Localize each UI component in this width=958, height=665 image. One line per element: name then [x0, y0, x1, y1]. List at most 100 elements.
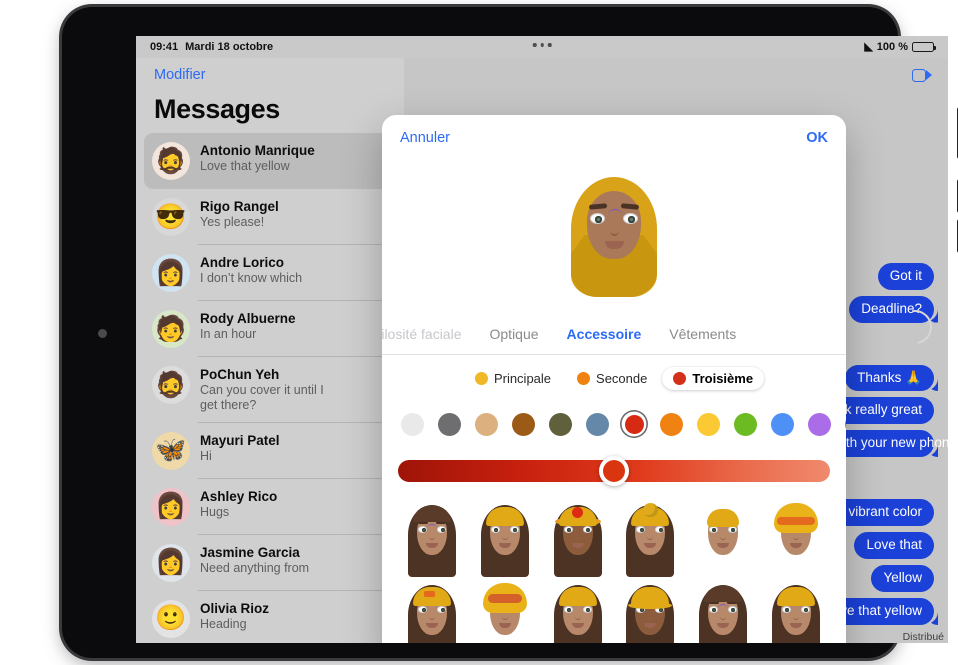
memoji-option[interactable] — [541, 501, 614, 577]
hair-center-part-shape — [703, 586, 742, 602]
avatar: 👩 — [152, 543, 190, 582]
memoji-option[interactable] — [614, 581, 687, 643]
avatar: 👩 — [152, 487, 190, 526]
memoji-avatar-small — [622, 581, 678, 643]
conversation-preview: Yes please! — [200, 215, 265, 229]
palette-segment-troisi-me[interactable]: Troisième — [662, 366, 765, 390]
shade-slider[interactable] — [398, 456, 830, 486]
nose-shape — [610, 225, 619, 236]
memoji-option[interactable] — [614, 501, 687, 577]
conversation-row[interactable]: 🙂 Olivia Rioz Heading — [144, 591, 396, 644]
color-swatch-fill — [624, 414, 644, 434]
memoji-option[interactable] — [469, 501, 542, 577]
conversation-row[interactable]: 😎 Rigo Rangel Yes please! — [144, 189, 396, 245]
memoji-option[interactable] — [759, 501, 832, 577]
conversation-name: Jasmine Garcia — [200, 544, 300, 560]
tab-v-tements[interactable]: Vêtements — [655, 326, 750, 342]
tab-optique[interactable]: Optique — [476, 326, 553, 342]
color-swatch[interactable] — [731, 410, 759, 438]
memoji-avatar-small — [477, 581, 533, 643]
color-swatch[interactable] — [398, 410, 426, 438]
conversation-preview: Heading — [200, 616, 247, 631]
color-swatch[interactable] — [472, 410, 500, 438]
memoji-option[interactable] — [759, 581, 832, 643]
modal-toolbar: Annuler OK — [382, 115, 846, 161]
battery-percent-label: 100 % — [876, 41, 908, 53]
messages-app: Modifier Messages 🧔 Antonio Manrique Love … — [136, 58, 948, 643]
facetime-video-icon[interactable] — [912, 68, 932, 82]
cap-patch-shape — [424, 591, 436, 597]
multitasking-handle[interactable] — [532, 43, 552, 47]
cancel-button[interactable]: Annuler — [400, 130, 450, 146]
palette-segment-principale[interactable]: Principale — [464, 367, 562, 390]
memoji-option[interactable] — [396, 501, 469, 577]
conversation-row[interactable]: 👩 Jasmine Garcia Need anything from — [144, 535, 396, 591]
status-time: 09:41 — [150, 41, 179, 53]
palette-segment-row: Principale Seconde Troisième — [382, 355, 846, 401]
memoji-option[interactable] — [396, 581, 469, 643]
color-dot-icon — [474, 371, 488, 385]
conversation-row[interactable]: 👩 Ashley Rico Hugs — [144, 479, 396, 535]
battery-icon — [912, 42, 936, 52]
eye-left — [636, 526, 646, 533]
memoji-preview — [382, 161, 846, 313]
tab-pilosit-faciale[interactable]: Pilosité faciale — [382, 326, 476, 342]
hat-emblem-shape — [571, 507, 583, 518]
memoji-option[interactable] — [687, 501, 760, 577]
conversation-row[interactable]: 🧔 PoChun Yeh Can you cover it until I get … — [144, 357, 396, 423]
eye-left — [781, 606, 791, 613]
eye-right — [727, 606, 737, 613]
conversation-row[interactable]: 🧔 Antonio Manrique Love that yellow — [144, 133, 396, 189]
color-swatch[interactable] — [842, 410, 846, 438]
memoji-option[interactable] — [469, 581, 542, 643]
message-bubble[interactable]: Love that — [854, 532, 934, 560]
color-dot-icon — [577, 371, 591, 385]
memoji-option[interactable] — [541, 581, 614, 643]
eye-left — [590, 213, 605, 224]
memoji-avatar-small — [550, 501, 606, 577]
eye-right — [582, 606, 592, 613]
memoji-avatar-small — [768, 501, 824, 577]
memoji-option[interactable] — [687, 581, 760, 643]
conversation-row[interactable]: 👩 Andre Lorico I don’t know which — [144, 245, 396, 301]
conversation-name: Olivia Rioz — [200, 600, 270, 616]
nose-shape — [792, 533, 799, 540]
color-swatch[interactable] — [694, 410, 722, 438]
tab-accessoire[interactable]: Accessoire — [553, 326, 656, 342]
memoji-avatar-small — [622, 501, 678, 577]
message-bubble[interactable]: Got it — [877, 262, 934, 290]
eye-left — [418, 606, 428, 613]
color-swatch[interactable] — [583, 410, 611, 438]
eye-right — [509, 526, 519, 533]
message-bubble[interactable]: Yellow — [871, 565, 934, 593]
color-swatch[interactable] — [805, 410, 833, 438]
nose-shape — [501, 613, 508, 620]
eye-left — [418, 526, 428, 533]
eye-right — [437, 526, 447, 533]
color-swatch[interactable] — [768, 410, 796, 438]
color-swatch[interactable] — [435, 410, 463, 438]
color-swatch-fill — [437, 412, 461, 436]
memoji-avatar-large — [568, 175, 660, 299]
eye-left — [563, 526, 573, 533]
conversation-row[interactable]: 🧑 Rody Albuerne In an hour — [144, 301, 396, 357]
message-bubble[interactable]: Thanks 🙏 — [845, 364, 934, 392]
eye-right — [655, 526, 665, 533]
avatar: 🧔 — [152, 142, 190, 180]
color-swatch[interactable] — [657, 410, 685, 438]
shade-slider-thumb[interactable] — [599, 456, 629, 486]
turban-band-shape — [776, 517, 815, 525]
color-swatch[interactable] — [509, 410, 537, 438]
conversation-name: Ashley Rico — [200, 488, 278, 504]
conversation-name: Andre Lorico — [200, 255, 285, 270]
color-swatch[interactable] — [620, 410, 648, 438]
conversation-text: Rigo Rangel Yes please! — [200, 198, 279, 230]
conversation-row[interactable]: 🦋 Mayuri Patel Hi — [144, 423, 396, 479]
avatar: 🧑 — [152, 310, 190, 348]
eye-left — [708, 606, 718, 613]
palette-segment-seconde[interactable]: Seconde — [566, 367, 658, 390]
ok-button[interactable]: OK — [806, 130, 828, 146]
avatar: 🦋 — [152, 431, 190, 470]
edit-button[interactable]: Modifier — [154, 67, 206, 83]
color-swatch[interactable] — [546, 410, 574, 438]
